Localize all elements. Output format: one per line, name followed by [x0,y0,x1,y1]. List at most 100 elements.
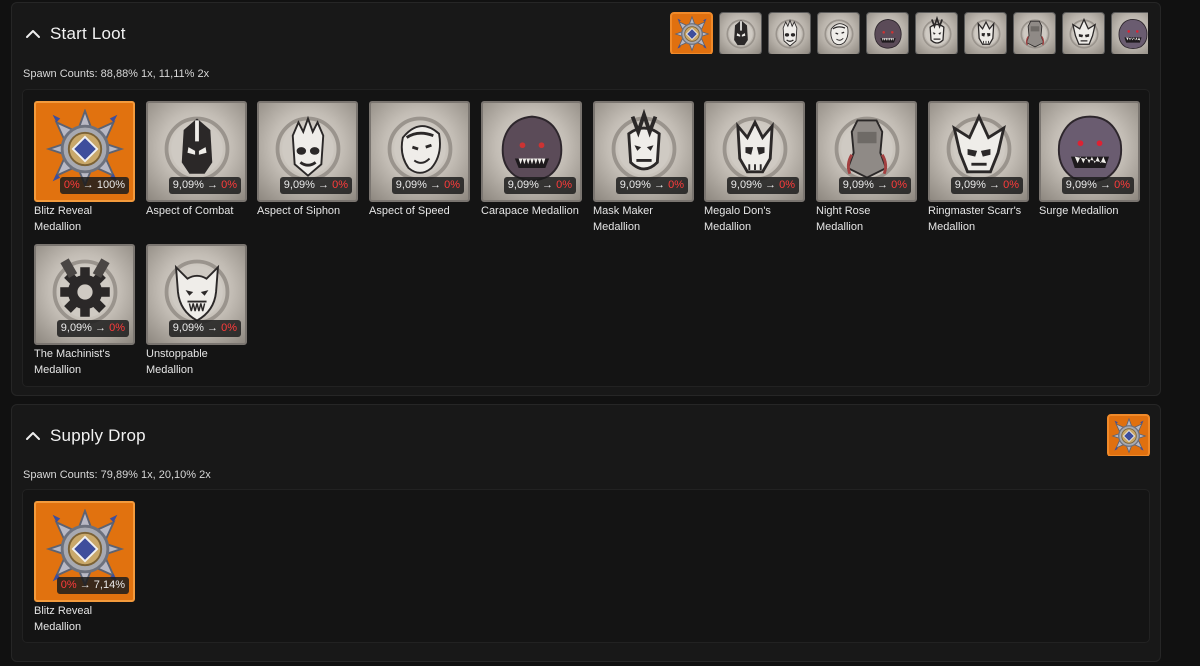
aspect-of-speed-icon [824,19,854,49]
item-card[interactable]: 9,09% → 0% [928,101,1029,202]
thumbnail-megalo-dons-medallion-icon[interactable] [964,12,1007,54]
thumbnail-ringmaster-scarrs-medallion-icon[interactable] [1062,12,1105,54]
item-card[interactable]: 9,09% → 0% [369,101,470,202]
item-card[interactable]: 9,09% → 0% [257,101,358,202]
item-name: Surge Medallion [1039,205,1119,217]
drop-chance-badge: 9,09% → 0% [391,177,464,194]
thumbnail-aspect-of-combat-icon[interactable] [719,12,762,54]
chance-to: 0% [779,179,795,191]
loot-item[interactable]: 9,09% → 0% Unstoppable Medallion [146,244,248,384]
arrow-right-icon: → [650,179,669,191]
item-name: Unstoppable Medallion [146,348,208,376]
thumbnail-blitz-reveal-medallion-icon[interactable] [670,12,713,54]
item-name: Blitz Reveal Medallion [34,605,93,633]
drop-chance-badge: 9,09% → 0% [838,177,911,194]
item-card[interactable]: 9,09% → 0% [1039,101,1140,202]
item-name: The Machinist's Medallion [34,348,111,376]
loot-item[interactable]: 9,09% → 0% Surge Medallion [1039,101,1141,241]
chance-from: 9,09% [730,179,762,191]
thumbnail-carapace-medallion-icon[interactable] [866,12,909,54]
thumbnail-aspect-of-siphon-icon[interactable] [768,12,811,54]
arrow-right-icon: → [985,179,1004,191]
chance-to: 0% [556,179,572,191]
panel-title: Supply Drop [50,426,146,445]
item-name: Night Rose Medallion [816,205,871,233]
drop-chance-badge: 9,09% → 0% [503,177,576,194]
start-loot-thumbnail-strip [670,12,1148,54]
drop-chance-badge: 9,09% → 0% [279,177,352,194]
drop-chance-badge: 9,09% → 0% [56,320,129,337]
megalo-dons-medallion-icon [971,19,1001,49]
item-name: Blitz Reveal Medallion [34,205,93,233]
chance-to: 0% [332,179,348,191]
arrow-right-icon: → [873,179,892,191]
loot-item[interactable]: 9,09% → 0% Night Rose Medallion [816,101,918,241]
chance-from: 9,09% [172,179,204,191]
panel-title: Start Loot [50,24,126,43]
item-name: Aspect of Siphon [257,205,341,217]
chance-from: 9,09% [507,179,539,191]
item-card[interactable]: 9,09% → 0% [146,101,247,202]
arrow-right-icon: → [203,179,222,191]
loot-item[interactable]: 9,09% → 0% Aspect of Speed [369,101,471,241]
drop-chance-badge: 9,09% → 0% [950,177,1023,194]
item-card[interactable]: 0% → 7,14% [34,501,135,602]
item-card[interactable]: 9,09% → 0% [34,244,135,345]
chance-from: 9,09% [395,179,427,191]
chance-to: 0% [221,179,237,191]
item-card[interactable]: 9,09% → 0% [146,244,247,345]
item-name: Carapace Medallion [481,205,579,217]
chance-to: 0% [891,179,907,191]
loot-item[interactable]: 9,09% → 0% Aspect of Siphon [257,101,359,241]
loot-item[interactable]: 0% → 100% Blitz Reveal Medallion [34,101,136,241]
supply-drop-header[interactable]: Supply Drop [12,405,1160,469]
item-card[interactable]: 9,09% → 0% [593,101,694,202]
arrow-right-icon: → [91,322,110,334]
loot-item[interactable]: 9,09% → 0% The Machinist's Medallion [34,244,136,384]
chance-from: 9,09% [619,179,651,191]
spawn-counts: Spawn Counts: 88,88% 1x, 11,11% 2x [23,68,210,80]
arrow-right-icon: → [426,179,445,191]
chance-from: 9,09% [60,322,92,334]
chance-to: 0% [444,179,460,191]
item-card[interactable]: 9,09% → 0% [704,101,805,202]
aspect-of-siphon-icon [775,19,805,49]
arrow-right-icon: → [314,179,333,191]
drop-chance-badge: 9,09% → 0% [168,320,241,337]
aspect-of-combat-icon [726,19,756,49]
loot-item[interactable]: 9,09% → 0% Ringmaster Scarr's Medallion [928,101,1030,241]
chance-to: 0% [668,179,684,191]
thumbnail-surge-medallion-icon[interactable] [1111,12,1148,54]
chance-to: 0% [1003,179,1019,191]
thumbnail-blitz-reveal-medallion-icon[interactable] [1107,414,1150,456]
arrow-right-icon: → [761,179,780,191]
spawn-counts: Spawn Counts: 79,89% 1x, 20,10% 2x [23,469,211,481]
arrow-right-icon: → [203,322,222,334]
chance-to: 0% [1114,179,1130,191]
item-card[interactable]: 9,09% → 0% [481,101,582,202]
thumbnail-night-rose-medallion-icon[interactable] [1013,12,1056,54]
start-loot-panel: Start Loot Spawn Counts: 88,88% 1x, 11,1… [11,2,1161,396]
loot-item[interactable]: 0% → 7,14% Blitz Reveal Medallion [34,501,136,641]
drop-chance-badge: 9,09% → 0% [615,177,688,194]
chevron-up-icon[interactable] [24,427,42,445]
loot-item[interactable]: 9,09% → 0% Carapace Medallion [481,101,583,241]
loot-item[interactable]: 9,09% → 0% Mask Maker Medallion [593,101,695,241]
chance-from: 9,09% [172,322,204,334]
surge-medallion-icon [1118,18,1148,49]
chance-from: 9,09% [1065,179,1097,191]
loot-item[interactable]: 9,09% → 0% Aspect of Combat [146,101,248,241]
thumbnail-mask-maker-medallion-icon[interactable] [915,12,958,54]
drop-chance-badge: 9,09% → 0% [168,177,241,194]
chance-from: 9,09% [842,179,874,191]
chevron-up-icon[interactable] [24,25,42,43]
chance-to: 0% [109,322,125,334]
loot-item[interactable]: 9,09% → 0% Megalo Don's Medallion [704,101,806,241]
chance-to: 0% [221,322,237,334]
start-loot-header[interactable]: Start Loot [12,3,1160,67]
supply-drop-thumbnail-strip [1107,414,1151,456]
arrow-right-icon: → [76,579,94,591]
thumbnail-aspect-of-speed-icon[interactable] [817,12,860,54]
item-card[interactable]: 0% → 100% [34,101,135,202]
item-card[interactable]: 9,09% → 0% [816,101,917,202]
